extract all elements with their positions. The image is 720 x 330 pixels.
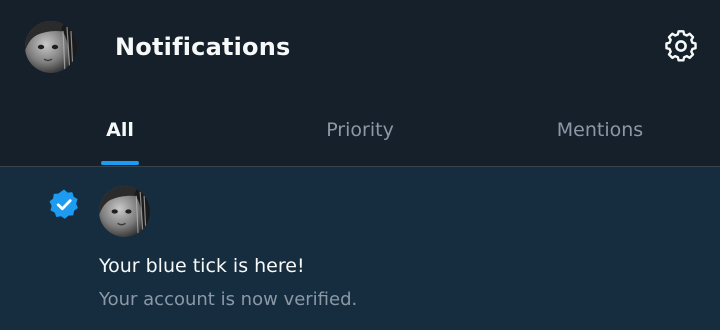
- tab-all-label: All: [106, 119, 134, 141]
- tab-priority[interactable]: Priority: [240, 92, 480, 167]
- notification-title: Your blue tick is here!: [99, 255, 305, 277]
- avatar-image: [25, 21, 77, 73]
- notification-tabs: All Priority Mentions: [0, 92, 720, 167]
- avatar-image: [99, 186, 150, 237]
- settings-button[interactable]: [660, 25, 702, 67]
- top-app-bar: Notifications: [0, 0, 720, 92]
- tab-all[interactable]: All: [0, 92, 240, 167]
- profile-avatar[interactable]: [25, 21, 77, 73]
- notifications-screen: Notifications All Priority Mentions Your…: [0, 0, 720, 330]
- tab-mentions-label: Mentions: [556, 119, 644, 141]
- tab-priority-label: Priority: [326, 119, 394, 141]
- active-tab-indicator: [101, 161, 139, 165]
- notification-avatar[interactable]: [99, 186, 150, 237]
- page-title: Notifications: [115, 33, 291, 61]
- gear-icon: [665, 30, 697, 62]
- notification-body: Your account is now verified.: [99, 289, 358, 310]
- tab-mentions[interactable]: Mentions: [480, 92, 720, 167]
- verified-badge-icon: [47, 188, 81, 222]
- notification-item[interactable]: Your blue tick is here! Your account is …: [0, 167, 720, 330]
